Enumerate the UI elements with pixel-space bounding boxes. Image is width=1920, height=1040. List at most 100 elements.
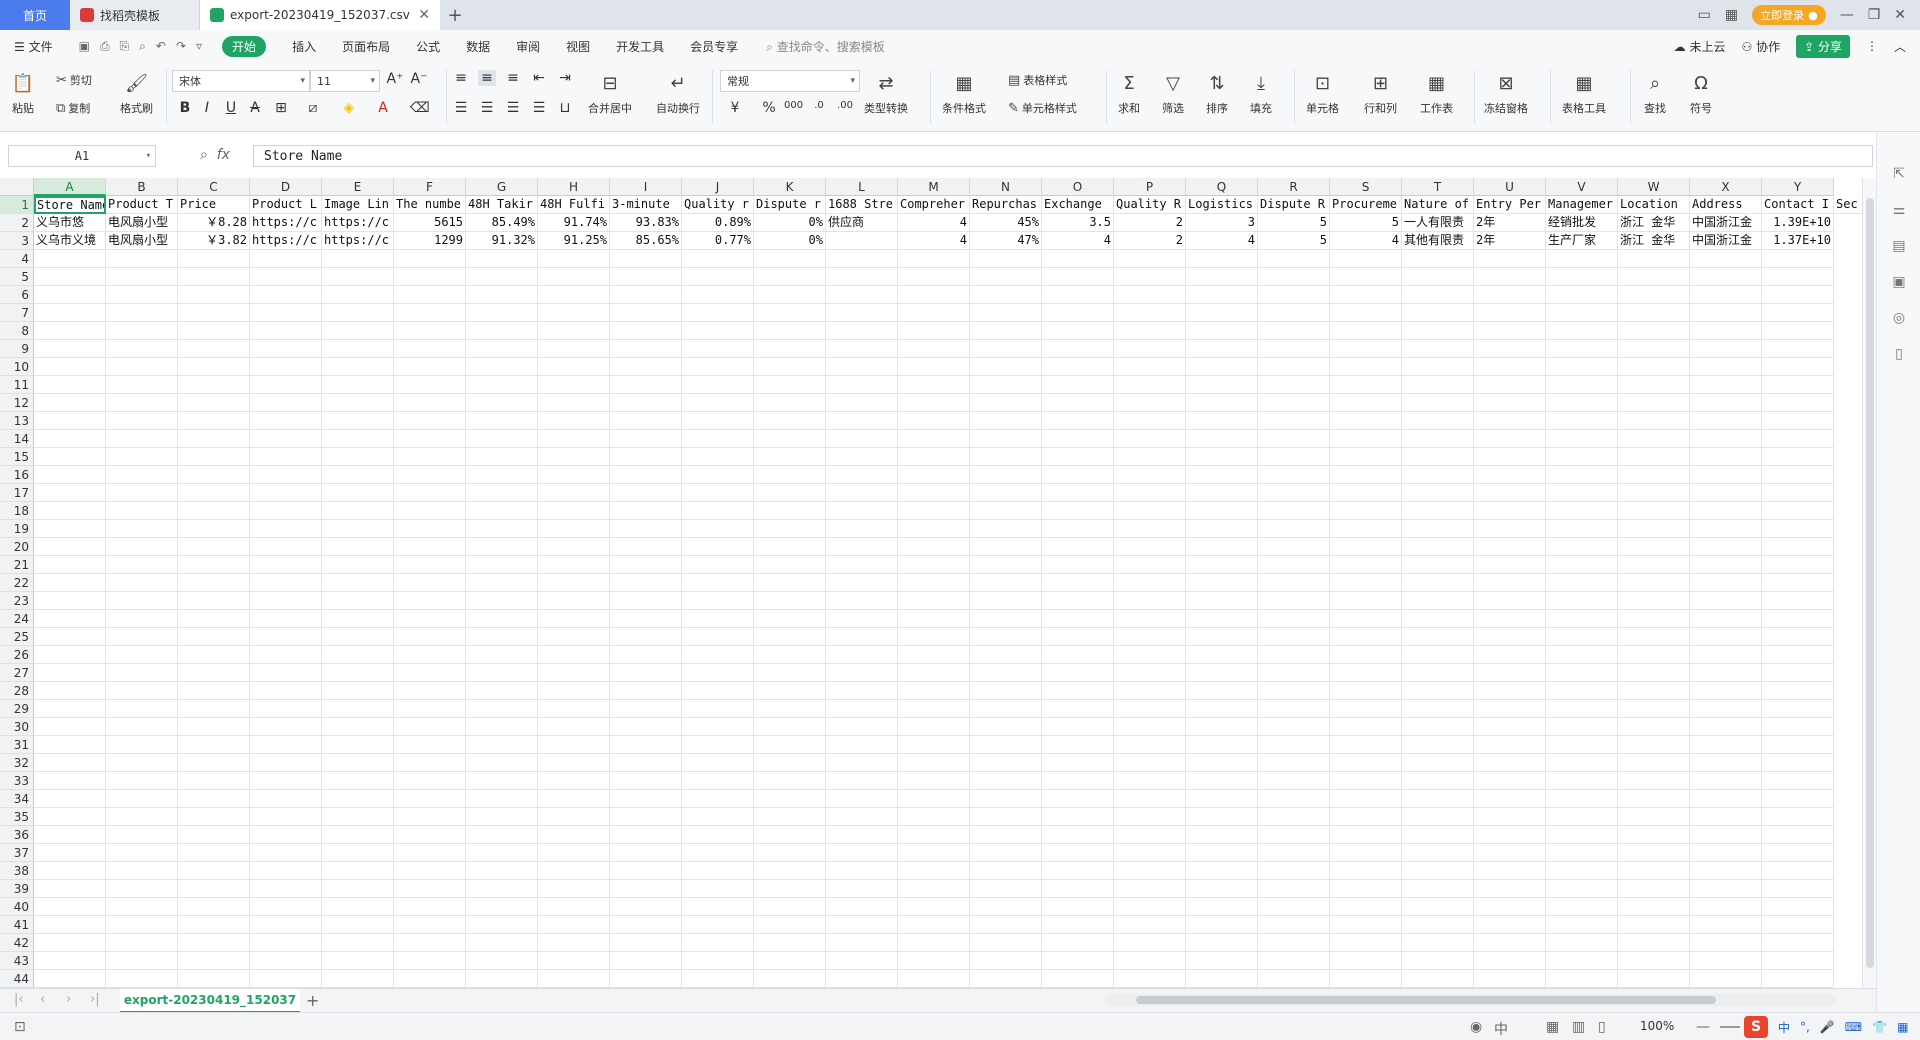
grid-cell[interactable] bbox=[754, 844, 826, 862]
grid-cell[interactable] bbox=[1114, 376, 1186, 394]
grid-cell[interactable] bbox=[1114, 574, 1186, 592]
grid-cell[interactable] bbox=[538, 358, 610, 376]
grid-cell[interactable] bbox=[1474, 502, 1546, 520]
grid-cell[interactable] bbox=[466, 970, 538, 988]
grid-cell[interactable] bbox=[394, 340, 466, 358]
grid-cell[interactable] bbox=[1114, 880, 1186, 898]
grid-cell[interactable] bbox=[178, 628, 250, 646]
ime-chinese-mode[interactable]: 中 bbox=[1778, 1019, 1790, 1036]
grid-cell[interactable] bbox=[1114, 826, 1186, 844]
grid-cell[interactable] bbox=[394, 916, 466, 934]
share-button[interactable]: ⇪ 分享 bbox=[1796, 34, 1850, 58]
grid-cell[interactable] bbox=[1402, 898, 1474, 916]
grid-cell[interactable] bbox=[1474, 340, 1546, 358]
grid-cell[interactable] bbox=[250, 430, 322, 448]
grid-cell[interactable] bbox=[394, 772, 466, 790]
grid-cell[interactable] bbox=[1114, 448, 1186, 466]
grid-cell[interactable] bbox=[322, 952, 394, 970]
grid-cell[interactable] bbox=[970, 250, 1042, 268]
grid-cell[interactable] bbox=[970, 736, 1042, 754]
page-layout-view-icon[interactable]: ▥ bbox=[1572, 1019, 1585, 1035]
grid-cell[interactable] bbox=[1186, 484, 1258, 502]
grid-cell[interactable] bbox=[178, 394, 250, 412]
grid-cell[interactable] bbox=[394, 754, 466, 772]
column-header[interactable]: K bbox=[754, 178, 826, 196]
grid-cell[interactable] bbox=[1258, 646, 1330, 664]
grid-cell[interactable] bbox=[826, 448, 898, 466]
grid-cell[interactable] bbox=[610, 808, 682, 826]
grid-cell[interactable] bbox=[610, 520, 682, 538]
grid-cell[interactable] bbox=[1690, 448, 1762, 466]
grid-cell[interactable] bbox=[250, 970, 322, 988]
grid-cell[interactable] bbox=[250, 808, 322, 826]
grid-cell[interactable] bbox=[1330, 502, 1402, 520]
vertical-scroll-thumb[interactable] bbox=[1866, 198, 1874, 968]
grid-cell[interactable] bbox=[106, 520, 178, 538]
ime-punctuation[interactable]: °, bbox=[1800, 1020, 1810, 1034]
grid-cell[interactable] bbox=[1186, 880, 1258, 898]
grid-cell[interactable] bbox=[1186, 448, 1258, 466]
grid-cell[interactable] bbox=[322, 898, 394, 916]
grid-cell[interactable] bbox=[970, 448, 1042, 466]
grid-cell[interactable] bbox=[1546, 790, 1618, 808]
grid-cell[interactable] bbox=[898, 808, 970, 826]
undo-icon[interactable]: ↶ bbox=[156, 39, 166, 54]
grid-cell[interactable] bbox=[754, 628, 826, 646]
grid-cell[interactable] bbox=[826, 376, 898, 394]
grid-cell[interactable] bbox=[1330, 646, 1402, 664]
grid-cell[interactable] bbox=[1258, 430, 1330, 448]
grid-cell[interactable] bbox=[1690, 736, 1762, 754]
grid-cell[interactable] bbox=[1618, 448, 1690, 466]
grid-cell[interactable] bbox=[1042, 430, 1114, 448]
grid-cell[interactable] bbox=[1258, 790, 1330, 808]
grid-cell[interactable] bbox=[322, 466, 394, 484]
grid-cell[interactable] bbox=[970, 574, 1042, 592]
grid-cell[interactable] bbox=[1258, 754, 1330, 772]
grid-cell[interactable]: 91.74% bbox=[538, 214, 610, 232]
grid-cell[interactable] bbox=[1546, 826, 1618, 844]
grid-cell[interactable] bbox=[466, 718, 538, 736]
grid-cell[interactable] bbox=[1690, 718, 1762, 736]
grid-cell[interactable] bbox=[1186, 574, 1258, 592]
grid-cell[interactable] bbox=[1474, 322, 1546, 340]
grid-cell[interactable] bbox=[1762, 628, 1834, 646]
font-name-select[interactable]: 宋体 bbox=[172, 70, 310, 92]
grid-cell[interactable] bbox=[1474, 628, 1546, 646]
grid-cell[interactable] bbox=[682, 394, 754, 412]
fx-icon[interactable]: fx bbox=[217, 147, 230, 163]
grid-cell[interactable] bbox=[1618, 304, 1690, 322]
grid-cell[interactable] bbox=[682, 736, 754, 754]
grid-cell[interactable] bbox=[1762, 250, 1834, 268]
grid-cell[interactable] bbox=[1402, 790, 1474, 808]
grid-cell[interactable] bbox=[466, 880, 538, 898]
grid-cell[interactable] bbox=[250, 574, 322, 592]
first-sheet-icon[interactable]: |‹ bbox=[14, 992, 24, 1007]
grid-cell[interactable] bbox=[106, 862, 178, 880]
grid-cell[interactable] bbox=[682, 448, 754, 466]
grid-cell[interactable] bbox=[106, 538, 178, 556]
grid-cell[interactable]: Quality R bbox=[1114, 196, 1186, 214]
grid-cell[interactable] bbox=[970, 826, 1042, 844]
grid-cell[interactable] bbox=[610, 610, 682, 628]
grid-cell[interactable] bbox=[106, 376, 178, 394]
grid-cell[interactable] bbox=[1690, 646, 1762, 664]
grid-cell[interactable] bbox=[394, 718, 466, 736]
grid-cell[interactable] bbox=[754, 718, 826, 736]
grid-cell[interactable] bbox=[250, 718, 322, 736]
grid-cell[interactable] bbox=[250, 628, 322, 646]
grid-cell[interactable] bbox=[538, 952, 610, 970]
grid-cell[interactable] bbox=[754, 736, 826, 754]
grid-cell[interactable] bbox=[1330, 700, 1402, 718]
grid-cell[interactable]: 0% bbox=[754, 232, 826, 250]
grid-cell[interactable] bbox=[1258, 322, 1330, 340]
grid-cell[interactable] bbox=[970, 880, 1042, 898]
grid-cell[interactable] bbox=[898, 628, 970, 646]
grid-cell[interactable] bbox=[1546, 628, 1618, 646]
grid-cell[interactable] bbox=[34, 700, 106, 718]
grid-cell[interactable] bbox=[1258, 952, 1330, 970]
row-header[interactable]: 29 bbox=[0, 700, 34, 718]
grid-cell[interactable] bbox=[970, 808, 1042, 826]
grid-cell[interactable] bbox=[682, 466, 754, 484]
sogou-ime-logo[interactable]: S bbox=[1744, 1016, 1768, 1038]
grid-cell[interactable] bbox=[1330, 412, 1402, 430]
